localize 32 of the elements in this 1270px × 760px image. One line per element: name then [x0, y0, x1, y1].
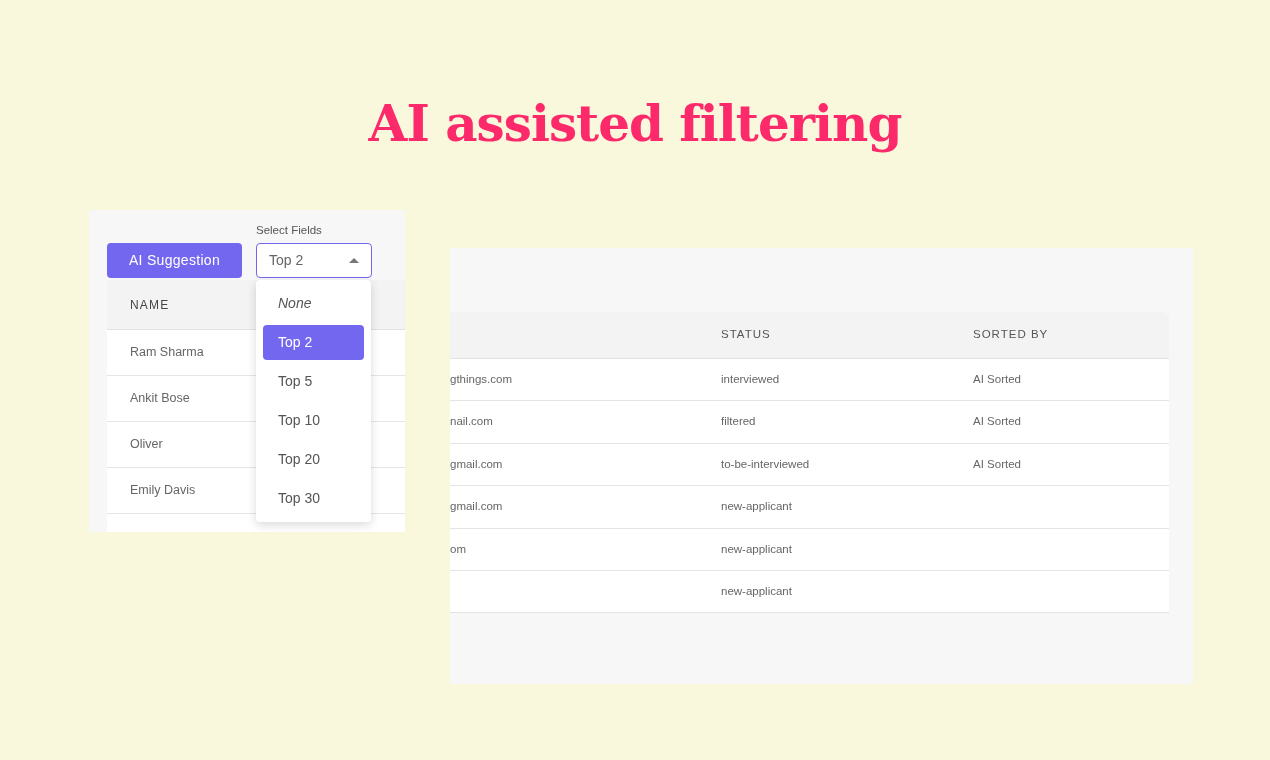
page-title: AI assisted filtering: [368, 93, 902, 155]
table-cell-text: Ankit Bose: [130, 390, 190, 408]
column-header: SORTED BY: [973, 327, 1049, 343]
table-cell: gthings.com: [450, 373, 512, 386]
table-cell: gmail.com: [450, 457, 503, 470]
table-cell: om: [450, 542, 466, 555]
ai-suggestion-button[interactable]: AI Suggestion: [107, 243, 242, 278]
table-cell: new-applicant: [721, 585, 792, 597]
table-cell: to-be-interviewed: [721, 457, 810, 470]
dropdown-option[interactable]: Top 20: [263, 442, 364, 477]
table-cell: gmail.com: [450, 500, 503, 513]
caret-up-icon: [349, 258, 359, 263]
table-cell: filtered: [721, 415, 756, 428]
dropdown-option[interactable]: Top 10: [263, 403, 364, 438]
dropdown-option[interactable]: None: [263, 286, 364, 321]
table-cell-text: Emily Davis: [130, 482, 196, 500]
dropdown-option[interactable]: Top 30: [263, 481, 364, 516]
dropdown-option[interactable]: Top 5: [263, 364, 364, 399]
table-cell-text: Ram Sharma: [130, 344, 204, 362]
column-header: NAME: [130, 296, 170, 314]
table-cell: new-applicant: [721, 500, 792, 513]
table-cell-text: Oliver: [130, 436, 163, 454]
select-label: Select Fields: [256, 223, 323, 237]
table-cell: interviewed: [721, 373, 780, 386]
table-cell-text: AI Sorted: [973, 372, 1021, 388]
column-header: STATUS: [721, 327, 772, 343]
table-cell-text: AI Sorted: [973, 456, 1021, 472]
table-cell: nail.com: [450, 415, 493, 428]
dropdown-option[interactable]: Top 2: [263, 325, 364, 360]
table-cell: new-applicant: [721, 542, 792, 555]
table-cell-text: AI Sorted: [973, 414, 1021, 430]
select-field[interactable]: Top 2: [256, 243, 372, 278]
